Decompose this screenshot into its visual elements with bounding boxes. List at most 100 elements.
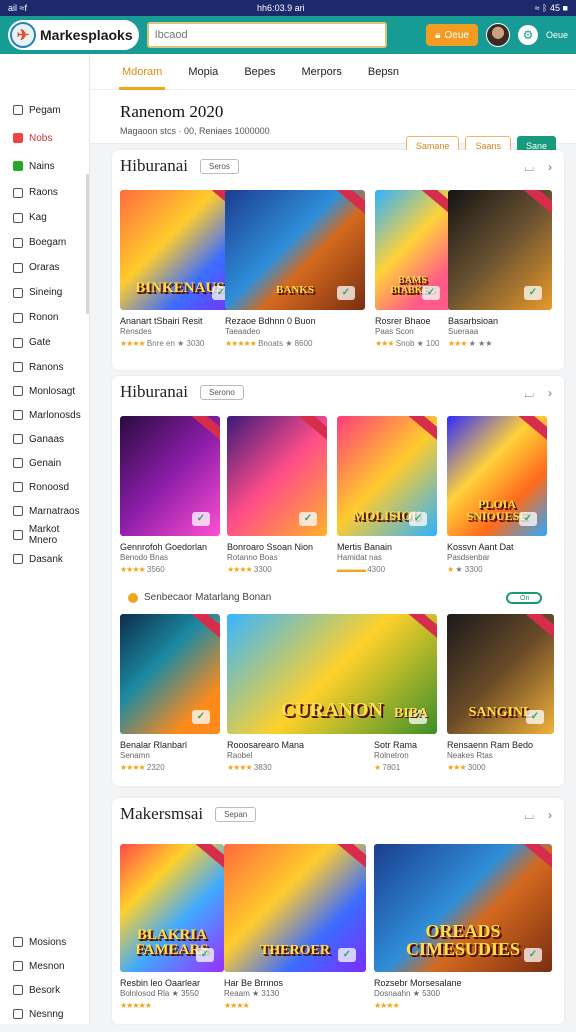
promo-toggle[interactable]: On — [506, 592, 542, 604]
sidebar-item[interactable]: Markot Mnero — [0, 523, 89, 547]
section-chip[interactable]: Serono — [199, 384, 244, 400]
thumbnail-art-text: BIBA — [394, 706, 429, 721]
game-card[interactable]: CURANON ✓ Rooosarearo Mana Raobel ★★★★ 3830 — [227, 614, 437, 794]
tab-3[interactable]: Merpors — [302, 54, 342, 90]
game-rating: ★★★★ 3560 — [120, 565, 165, 574]
sidebar-item[interactable]: Kag — [0, 205, 89, 230]
collapse-icon[interactable]: ⌴ — [524, 808, 534, 823]
sidebar-item[interactable]: Raons — [0, 180, 89, 205]
avatar[interactable] — [485, 23, 510, 47]
game-rating: ★★★★ 3830 — [227, 763, 272, 772]
game-card[interactable]: ✓ Basarbsioan Sueraaa ★★★ ★ ★★ — [448, 190, 552, 370]
game-thumbnail[interactable]: ✓ — [448, 190, 552, 310]
game-title[interactable]: Bonroaro Ssoan Nion — [227, 542, 313, 552]
game-thumbnail[interactable]: PLOIA SNIOUESE ✓ — [447, 416, 547, 536]
tab-4[interactable]: Bepsn — [368, 54, 399, 90]
sidebar-bottom-item[interactable]: Besork — [0, 978, 90, 1002]
sidebar-item[interactable]: Ronon — [0, 305, 89, 330]
sidebar-item-label: Mesnon — [29, 960, 65, 972]
game-thumbnail[interactable]: ✓ — [227, 416, 327, 536]
chevron-right-icon[interactable]: › — [548, 386, 552, 401]
game-title[interactable]: Gennrofoh Goedorlan — [120, 542, 207, 552]
game-subtitle: Taeaadeo — [225, 327, 261, 336]
sidebar-item[interactable]: Nobs — [0, 124, 89, 152]
logo[interactable]: ✈ Markesplaoks — [8, 20, 139, 50]
game-title[interactable]: Mertis Banain — [337, 542, 392, 552]
game-card[interactable]: PLOIA SNIOUESE ✓ Kossvn Aant Dat Pasdsenbar… — [447, 416, 547, 596]
sidebar-item[interactable]: Ganaas — [0, 427, 89, 451]
game-title[interactable]: Ananart tSbairi Resit — [120, 316, 203, 326]
sidebar-item[interactable]: Sineing — [0, 280, 89, 305]
game-title[interactable]: Rezaoe Bdhnn 0 Buon — [225, 316, 316, 326]
game-title[interactable]: Rosrer Bhaoe — [375, 316, 431, 326]
game-title[interactable]: Kossvn Aant Dat — [447, 542, 514, 552]
sidebar-item[interactable]: Ranons — [0, 355, 89, 379]
search-input[interactable] — [146, 22, 387, 48]
sidebar-item[interactable]: Gate — [0, 330, 89, 355]
sidebar-item[interactable]: Nains — [0, 152, 89, 180]
chevron-right-icon[interactable]: › — [548, 808, 552, 823]
game-thumbnail[interactable]: BINKENAUS ✓ — [120, 190, 240, 310]
game-card[interactable]: BLAKRIA FAMEARS ✓ Resbin leo Oaarlear Bolnl… — [120, 844, 224, 1032]
sidebar-bottom-item[interactable]: Nesnng — [0, 1002, 90, 1026]
game-title[interactable]: Sotr Rama — [374, 740, 417, 750]
tab-2[interactable]: Bepes — [244, 54, 275, 90]
game-title[interactable]: Resbin leo Oaarlear — [120, 978, 200, 988]
sidebar-item[interactable]: Genain — [0, 451, 89, 475]
tab-1[interactable]: Mopia — [188, 54, 218, 90]
game-subtitle: Dosnaahn ★ 5300 — [374, 989, 440, 998]
game-thumbnail[interactable]: BAMS BIABKES ✓ — [375, 190, 450, 310]
rating-meta: Bnoats ★ 8600 — [255, 339, 313, 348]
sidebar-bottom-item[interactable]: Mosions — [0, 930, 90, 954]
game-thumbnail[interactable]: BLAKRIA FAMEARS ✓ — [120, 844, 224, 972]
sidebar-item[interactable]: Dasank — [0, 547, 89, 571]
rating-meta: ★ 3300 — [453, 565, 483, 574]
rating-stars: ★★★★ — [227, 565, 253, 574]
sidebar-scrollbar[interactable] — [86, 174, 89, 314]
sidebar-item[interactable]: Marlonosds — [0, 403, 89, 427]
tab-0[interactable]: Mdoram — [118, 54, 166, 90]
game-title[interactable]: Rozsebr Morsesalane — [374, 978, 462, 988]
rating-stars: ★★★ — [448, 339, 467, 348]
game-title[interactable]: Rooosarearo Mana — [227, 740, 304, 750]
game-thumbnail[interactable]: MOLISIOU ✓ — [337, 416, 437, 536]
game-card[interactable]: ✓ Benalar Rlanbarl Senamn ★★★★ 2320 — [120, 614, 220, 794]
sidebar-item-label: Marnatraos — [29, 505, 80, 517]
collapse-icon[interactable]: ⌴ — [524, 160, 534, 175]
game-title[interactable]: Basarbsioan — [448, 316, 498, 326]
orange-button[interactable]: 🔒︎ Oeue — [426, 24, 478, 46]
game-card[interactable]: ✓ Gennrofoh Goedorlan Benodo Bnas ★★★★ 3560 — [120, 416, 220, 596]
settings-gear-icon[interactable]: ⚙ — [517, 25, 538, 45]
sidebar-item[interactable]: Monlosagt — [0, 379, 89, 403]
sidebar-item[interactable]: Oraras — [0, 255, 89, 280]
game-card[interactable]: BAMS BIABKES ✓ Rosrer Bhaoe Paas Scon ★★★ Sn… — [375, 190, 450, 370]
game-title[interactable]: Har Be Brnnos — [224, 978, 283, 988]
game-thumbnail[interactable]: OREADS CIMESUDIES ✓ — [374, 844, 552, 972]
game-rating: ▬▬▬▬ 4300 — [337, 565, 385, 574]
game-card[interactable]: SANGINL ✓ Rensaenn Ram Bedo Neakes Rtas ★★★ … — [447, 614, 554, 794]
game-card[interactable]: ✓ Bonroaro Ssoan Nion Rotanno Boas ★★★★ 330… — [227, 416, 327, 596]
section-chip[interactable]: Sepan — [215, 806, 257, 822]
sidebar-item[interactable]: Ronoosd — [0, 475, 89, 499]
game-thumbnail[interactable]: ✓ — [120, 614, 220, 734]
game-rating: ★★★★ — [374, 1001, 400, 1010]
game-title[interactable]: Rensaenn Ram Bedo — [447, 740, 533, 750]
sidebar-item[interactable]: Pegam — [0, 96, 89, 124]
game-thumbnail[interactable]: SANGINL ✓ — [447, 614, 554, 734]
game-thumbnail[interactable]: BANKS ✓ — [225, 190, 365, 310]
sidebar-bottom-item[interactable]: Mesnon — [0, 954, 90, 978]
rating-stars: ★★★★ — [374, 1001, 400, 1010]
game-card[interactable]: BINKENAUS ✓ Ananart tSbairi Resit Rensdes ★★… — [120, 190, 240, 370]
sidebar-item[interactable]: Boegam — [0, 230, 89, 255]
game-card[interactable]: MOLISIOU ✓ Mertis Banain Hamidat nas ▬▬▬▬ 43… — [337, 416, 437, 596]
collapse-icon[interactable]: ⌴ — [524, 386, 534, 401]
game-card[interactable]: OREADS CIMESUDIES ✓ Rozsebr Morsesalane Dos… — [374, 844, 552, 1032]
sidebar-item[interactable]: Marnatraos — [0, 499, 89, 523]
game-card[interactable]: THEROER ✓ Har Be Brnnos Reaam ★ 3130 ★★★★ — [224, 844, 366, 1032]
chevron-right-icon[interactable]: › — [548, 160, 552, 175]
game-title[interactable]: Benalar Rlanbarl — [120, 740, 187, 750]
game-thumbnail[interactable]: ✓ — [120, 416, 220, 536]
game-thumbnail[interactable]: THEROER ✓ — [224, 844, 366, 972]
section-chip[interactable]: Seros — [199, 158, 239, 174]
game-card[interactable]: BANKS ✓ Rezaoe Bdhnn 0 Buon Taeaadeo ★★★★★ B… — [225, 190, 365, 370]
